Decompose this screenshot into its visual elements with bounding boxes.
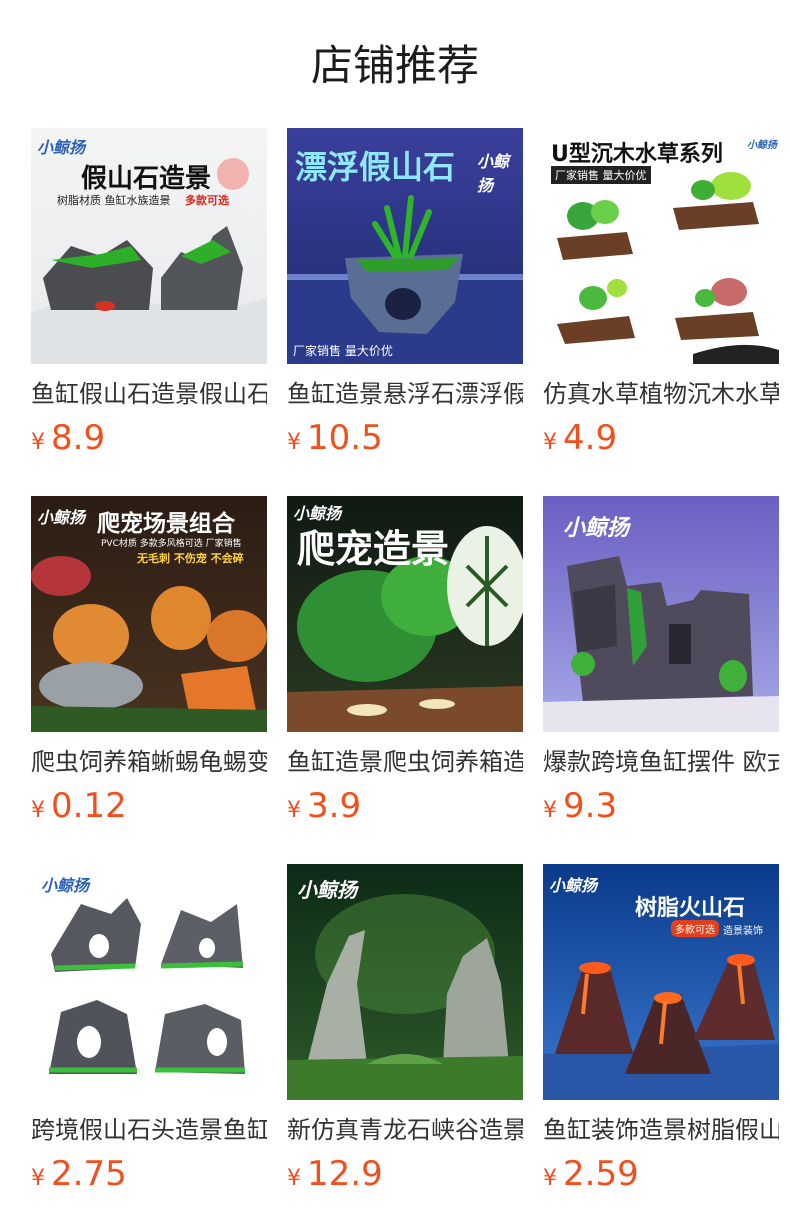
brand-logo: 小鲸扬 — [747, 140, 777, 151]
image-headline: 爬宠造景 — [297, 527, 450, 571]
product-price: ¥2.59 — [543, 1152, 639, 1196]
currency-symbol: ¥ — [287, 430, 301, 455]
currency-symbol: ¥ — [287, 798, 301, 823]
product-image[interactable]: 小鲸扬 爬宠造景 — [287, 496, 523, 732]
brand-logo: 小鲸扬 — [549, 876, 598, 895]
product-card[interactable]: 小鲸扬 新仿真青龙石峡谷造景 ¥12.9 — [287, 864, 523, 1204]
image-headline: 假山石造景 — [81, 164, 212, 194]
product-card[interactable]: 小鲸扬 爬宠造景 鱼缸造景爬虫饲养箱造景 ¥3.9 — [287, 496, 523, 836]
price-amount: 2.59 — [563, 1154, 639, 1194]
page-title: 店铺推荐 — [310, 41, 479, 90]
product-price: ¥0.12 — [31, 784, 127, 828]
image-headline: 爬宠场景组合 — [97, 511, 235, 537]
currency-symbol: ¥ — [31, 430, 45, 455]
product-name[interactable]: 鱼缸造景爬虫饲养箱造景 — [287, 744, 523, 780]
product-card[interactable]: 小鲸扬 爬宠场景组合 PVC材质 多款多风格可选 厂家销售 无毛刺 不伤宠 不会… — [31, 496, 267, 836]
product-price: ¥10.5 — [287, 416, 383, 460]
product-price: ¥3.9 — [287, 784, 361, 828]
product-price: ¥2.75 — [31, 1152, 127, 1196]
image-headline: 漂浮假山石 — [295, 148, 456, 186]
image-tagline: PVC材质 多款多风格可选 厂家销售 — [101, 539, 242, 549]
product-image[interactable]: 小鲸扬 — [287, 864, 523, 1100]
rock-caves-image — [49, 898, 245, 1074]
product-image[interactable]: U型沉木水草系列 厂家销售 量大价优 小鲸扬 — [543, 128, 779, 364]
currency-symbol: ¥ — [31, 798, 45, 823]
brand-logo: 小鲸扬 — [37, 138, 86, 157]
product-image[interactable]: 漂浮假山石 小鲸扬 厂家销售 量大价优 — [287, 128, 523, 364]
product-name[interactable]: 跨境假山石头造景鱼缸摆件 — [31, 1112, 267, 1148]
currency-symbol: ¥ — [543, 1166, 557, 1191]
product-name[interactable]: 鱼缸假山石造景假山石 — [31, 376, 267, 412]
currency-symbol: ¥ — [543, 430, 557, 455]
brand-logo: 小鲸扬 — [477, 152, 510, 195]
product-card[interactable]: 小鲸扬 爆款跨境鱼缸摆件 欧式城堡 ¥9.3 — [543, 496, 779, 836]
product-image[interactable]: 小鲸扬 假山石造景 树脂材质 鱼缸水族造景 多款可选 — [31, 128, 267, 364]
product-name[interactable]: 鱼缸造景悬浮石漂浮假山 — [287, 376, 523, 412]
image-tagline: 树脂材质 鱼缸水族造景 — [57, 194, 171, 207]
image-tagline-highlight: 多款可选 — [185, 194, 229, 207]
product-name[interactable]: 新仿真青龙石峡谷造景 — [287, 1112, 523, 1148]
product-name[interactable]: 爬虫饲养箱蜥蜴龟蜴变色龙 — [31, 744, 267, 780]
brand-logo: 小鲸扬 — [37, 508, 86, 527]
price-amount: 0.12 — [51, 786, 127, 826]
price-amount: 12.9 — [307, 1154, 383, 1194]
product-card[interactable]: 漂浮假山石 小鲸扬 厂家销售 量大价优 鱼缸造景悬浮石漂浮假山 ¥10.5 — [287, 128, 523, 468]
product-image[interactable]: 小鲸扬 爬宠场景组合 PVC材质 多款多风格可选 厂家销售 无毛刺 不伤宠 不会… — [31, 496, 267, 732]
product-card[interactable]: 小鲸扬 假山石造景 树脂材质 鱼缸水族造景 多款可选 鱼缸假山石造景假山石 ¥8… — [31, 128, 267, 468]
product-price: ¥4.9 — [543, 416, 617, 460]
product-card[interactable]: 小鲸扬 树脂火山石 多款可选 造景装饰 鱼缸装饰造景树脂假山火山石 ¥2.59 — [543, 864, 779, 1204]
product-name[interactable]: 爆款跨境鱼缸摆件 欧式城堡 — [543, 744, 779, 780]
image-headline: U型沉木水草系列 — [551, 142, 723, 167]
product-name[interactable]: 仿真水草植物沉木水草摆件 — [543, 376, 779, 412]
currency-symbol: ¥ — [287, 1166, 301, 1191]
product-price: ¥9.3 — [543, 784, 617, 828]
image-tagline-highlight: 无毛刺 不伤宠 不会碎 — [137, 552, 244, 565]
price-amount: 2.75 — [51, 1154, 127, 1194]
product-card[interactable]: 小鲸扬 跨境假山石头造景鱼缸摆件 ¥2.75 — [31, 864, 267, 1204]
brand-logo: 小鲸扬 — [563, 515, 630, 541]
image-badge: 多款可选 — [671, 920, 719, 937]
price-amount: 8.9 — [51, 418, 106, 458]
image-tagline: 造景装饰 — [723, 926, 763, 937]
image-headline: 树脂火山石 — [635, 896, 746, 921]
image-footer: 厂家销售 量大价优 — [293, 344, 393, 358]
price-amount: 10.5 — [307, 418, 383, 458]
image-tagline: 厂家销售 量大价优 — [551, 166, 651, 184]
brand-logo: 小鲸扬 — [297, 878, 357, 902]
product-image[interactable]: 小鲸扬 树脂火山石 多款可选 造景装饰 — [543, 864, 779, 1100]
product-image[interactable]: 小鲸扬 — [543, 496, 779, 732]
price-amount: 3.9 — [307, 786, 362, 826]
brand-logo: 小鲸扬 — [41, 876, 90, 895]
currency-symbol: ¥ — [543, 798, 557, 823]
price-amount: 4.9 — [563, 418, 618, 458]
product-price: ¥12.9 — [287, 1152, 383, 1196]
price-amount: 9.3 — [563, 786, 618, 826]
currency-symbol: ¥ — [31, 1166, 45, 1191]
product-image[interactable]: 小鲸扬 — [31, 864, 267, 1100]
product-price: ¥8.9 — [31, 416, 105, 460]
product-name[interactable]: 鱼缸装饰造景树脂假山火山石 — [543, 1112, 779, 1148]
product-card[interactable]: U型沉木水草系列 厂家销售 量大价优 小鲸扬 仿真水草植物沉木水草摆件 ¥4.9 — [543, 128, 779, 468]
